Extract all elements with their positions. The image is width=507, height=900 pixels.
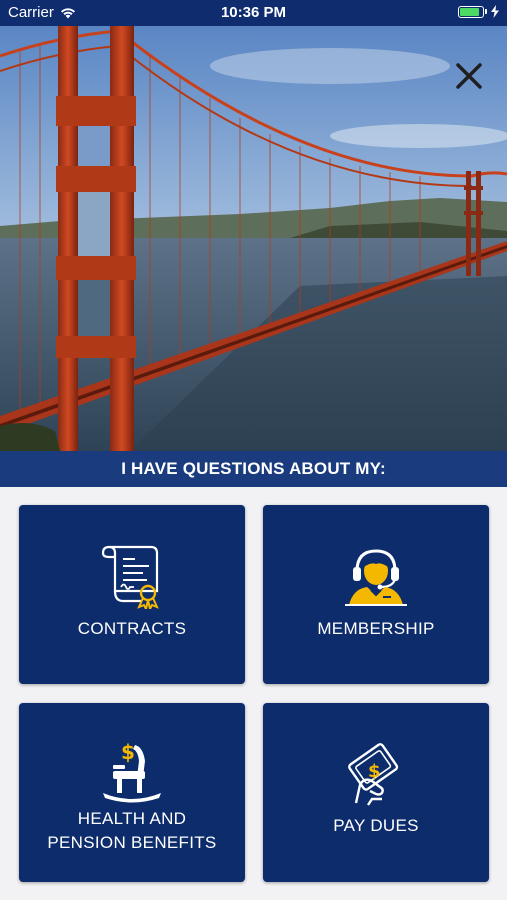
svg-text:$: $ xyxy=(368,761,381,782)
close-button[interactable] xyxy=(453,60,485,92)
contract-certificate-icon xyxy=(101,545,159,609)
pay-dues-tile[interactable]: $ PAY DUES xyxy=(263,703,489,882)
charging-bolt-icon xyxy=(491,5,499,18)
rocking-chair-dollar-icon: $ xyxy=(103,741,161,803)
battery-nub xyxy=(485,9,487,14)
membership-label: MEMBERSHIP xyxy=(317,619,435,638)
membership-tile[interactable]: MEMBERSHIP xyxy=(263,505,489,684)
support-agent-headset-icon xyxy=(345,549,407,606)
status-right xyxy=(458,5,499,18)
battery-icon xyxy=(458,5,484,18)
golden-gate-bridge-photo xyxy=(0,26,507,451)
pay-dues-label: PAY DUES xyxy=(333,816,419,835)
hero-image xyxy=(0,26,507,451)
health-pension-benefits-label: HEALTH AND PENSION BENEFITS xyxy=(47,809,217,852)
contracts-tile[interactable]: CONTRACTS xyxy=(19,505,245,684)
status-bar: Carrier 10:36 PM xyxy=(0,0,507,26)
hand-holding-money-icon: $ xyxy=(348,743,399,806)
health-pension-benefits-tile[interactable]: $ HEALTH AND PENSION BENEFITS xyxy=(19,703,245,882)
contracts-label: CONTRACTS xyxy=(77,619,187,638)
status-time: 10:36 PM xyxy=(220,4,287,21)
section-heading: I HAVE QUESTIONS ABOUT MY: xyxy=(0,451,507,487)
svg-text:$: $ xyxy=(121,741,135,764)
